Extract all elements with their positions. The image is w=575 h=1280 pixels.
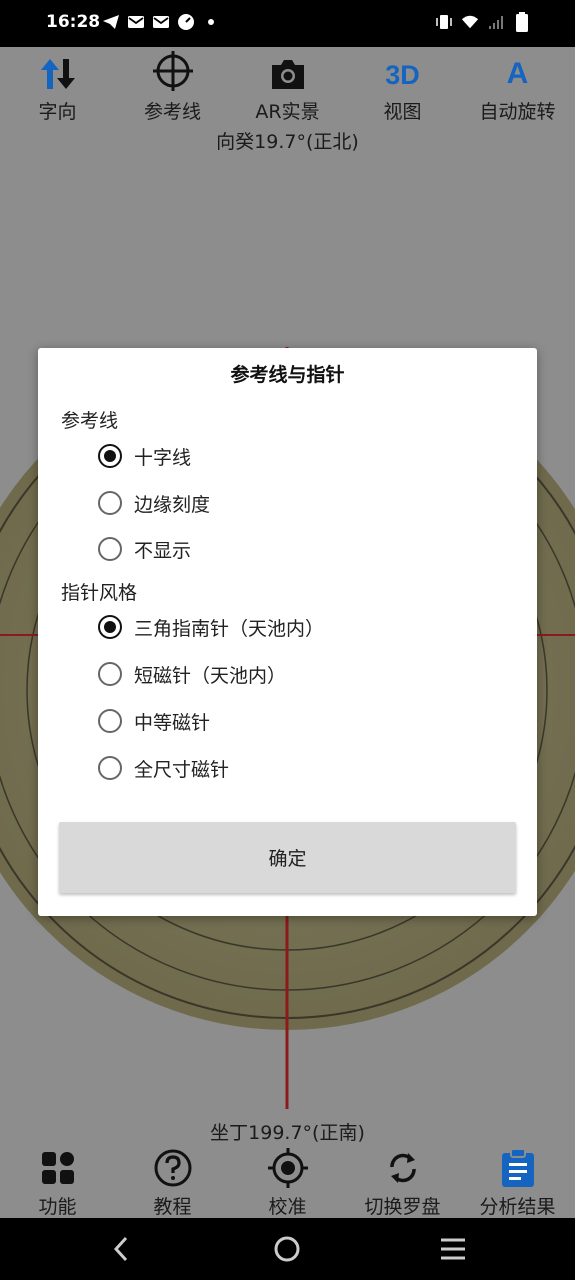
reference-line-dialog: 参考线与指针 参考线 十字线 边缘刻度 不显示 指针风格 三角指南针（天池内） … <box>38 348 537 916</box>
status-bar: 16:28 <box>0 0 575 47</box>
radio-option-edge-scale[interactable]: 边缘刻度 <box>98 483 210 523</box>
radio-option-short-needle[interactable]: 短磁针（天池内） <box>98 654 286 694</box>
radio-unchecked-icon[interactable] <box>98 709 122 733</box>
vibrate-icon <box>435 13 453 31</box>
radio-option-triangle-needle[interactable]: 三角指南针（天池内） <box>98 607 324 647</box>
nav-functions[interactable]: 功能 <box>0 1140 115 1218</box>
toolbar-autorotate-button[interactable]: A 自动旋转 <box>460 47 575 127</box>
radio-label: 十字线 <box>134 446 192 469</box>
signal-icon <box>487 13 505 31</box>
top-toolbar: 字向 参考线 AR实景 3D 视图 A 自动旋转 <box>0 47 575 127</box>
toolbar-reference-line-button[interactable]: 参考线 <box>115 47 230 127</box>
nav-analysis[interactable]: 分析结果 <box>460 1140 575 1218</box>
radio-label: 全尺寸磁针 <box>134 758 230 781</box>
radio-option-hide[interactable]: 不显示 <box>98 529 191 569</box>
nav-calibrate-label: 校准 <box>268 1196 307 1218</box>
toolbar-ar-button[interactable]: AR实景 <box>230 47 345 127</box>
nav-calibrate[interactable]: 校准 <box>230 1140 345 1218</box>
toolbar-autorotate-label: 自动旋转 <box>479 101 556 123</box>
nav-analysis-label: 分析结果 <box>479 1196 556 1218</box>
recents-button[interactable] <box>438 1234 468 1264</box>
radio-label: 三角指南针（天池内） <box>134 617 325 640</box>
system-navigation-bar <box>0 1218 575 1280</box>
toolbar-view-button[interactable]: 3D 视图 <box>345 47 460 127</box>
battery-icon <box>513 12 531 32</box>
radio-option-medium-needle[interactable]: 中等磁针 <box>98 701 210 741</box>
help-circle-icon <box>115 1146 230 1190</box>
gmail-icon <box>127 13 145 31</box>
grid-icon <box>0 1146 115 1190</box>
speed-icon <box>177 13 195 31</box>
toolbar-direction-label: 字向 <box>38 101 77 123</box>
radio-unchecked-icon[interactable] <box>98 662 122 686</box>
bottom-toolbar: 功能 教程 校准 切换罗盘 分析结果 <box>0 1140 575 1218</box>
status-time: 16:28 <box>46 12 101 32</box>
radio-option-full-needle[interactable]: 全尺寸磁针 <box>98 748 229 788</box>
status-icons-right <box>435 12 531 32</box>
toolbar-view-label: 视图 <box>383 101 422 123</box>
3d-icon: 3D <box>385 60 420 90</box>
refresh-icon <box>345 1146 460 1190</box>
section-reference-line: 参考线 <box>61 410 119 432</box>
confirm-button[interactable]: 确定 <box>59 822 516 893</box>
gmail-icon <box>152 13 170 31</box>
radio-unchecked-icon[interactable] <box>98 491 122 515</box>
wifi-icon <box>461 13 479 31</box>
radio-unchecked-icon[interactable] <box>98 537 122 561</box>
arrows-updown-icon <box>0 47 115 91</box>
nav-functions-label: 功能 <box>38 1196 77 1218</box>
radio-label: 不显示 <box>134 539 192 562</box>
toolbar-ar-label: AR实景 <box>255 101 320 123</box>
letter-a-icon: A <box>506 57 529 90</box>
nav-switch-compass[interactable]: 切换罗盘 <box>345 1140 460 1218</box>
radio-option-crosshair[interactable]: 十字线 <box>98 436 191 476</box>
nav-switch-compass-label: 切换罗盘 <box>364 1196 441 1218</box>
radio-unchecked-icon[interactable] <box>98 756 122 780</box>
radio-checked-icon[interactable] <box>98 615 122 639</box>
status-icons-left <box>102 13 220 31</box>
crosshair-icon <box>115 47 230 91</box>
radio-label: 中等磁针 <box>134 711 211 734</box>
nav-tutorial[interactable]: 教程 <box>115 1140 230 1218</box>
radio-checked-icon[interactable] <box>98 444 122 468</box>
back-button[interactable] <box>106 1234 136 1264</box>
home-button[interactable] <box>272 1234 302 1264</box>
dialog-title: 参考线与指针 <box>230 364 345 386</box>
toolbar-direction-button[interactable]: 字向 <box>0 47 115 127</box>
target-icon <box>230 1146 345 1190</box>
toolbar-reference-line-label: 参考线 <box>143 101 201 123</box>
nav-tutorial-label: 教程 <box>153 1196 192 1218</box>
camera-icon <box>230 47 345 91</box>
radio-label: 短磁针（天池内） <box>134 664 287 687</box>
clipboard-icon <box>460 1146 575 1190</box>
telegram-icon <box>102 13 120 31</box>
radio-label: 边缘刻度 <box>134 493 211 516</box>
dot-icon <box>202 13 220 31</box>
heading-readout-top: 向癸19.7°(正北) <box>216 131 359 153</box>
section-needle-style: 指针风格 <box>61 582 138 604</box>
